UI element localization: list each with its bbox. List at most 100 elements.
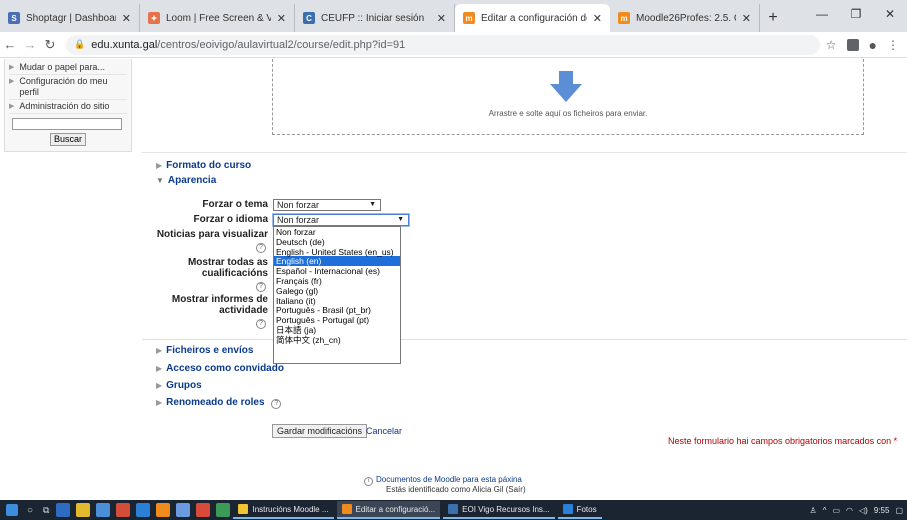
language-option[interactable]: Galego (gl): [274, 286, 400, 296]
taskbar-app-editar[interactable]: Editar a configuració...: [336, 501, 441, 519]
menu-icon[interactable]: ⋮: [887, 38, 899, 52]
taskbar-app-eoi-vigo[interactable]: EOI Vigo Recursos Ins...: [443, 501, 555, 519]
taskbar-app-instrucions[interactable]: Instrucións Moodle ...: [233, 501, 334, 519]
noticias-label: Noticias para visualizar: [156, 229, 268, 240]
close-tab-icon[interactable]: ✕: [277, 12, 286, 25]
section-acceso-convidado[interactable]: ▶ Acceso como convidado: [156, 363, 284, 374]
task-view-icon[interactable]: ⧉: [43, 505, 49, 516]
tema-select-value: Non forzar: [277, 200, 320, 210]
sidebar-block: ▶ Mudar o papel para... ▶ Configuración …: [4, 59, 132, 152]
window-controls: — ❐ ✕: [805, 0, 907, 28]
tab-title: Moodle26Profes: 2.5. Como cre: [636, 12, 736, 24]
new-tab-icon[interactable]: +: [760, 4, 786, 32]
section-label: Renomeado de roles: [166, 397, 265, 408]
idioma-dropdown-list[interactable]: Non forzar Deutsch (de) English - United…: [273, 226, 401, 364]
triangle-right-icon: ▶: [156, 161, 163, 170]
sidebar-item-label: Configuración do meu perfil: [19, 76, 108, 97]
language-option[interactable]: Non forzar: [274, 227, 400, 237]
required-fields-note: Neste formulario hai campos obrigatorios…: [668, 436, 898, 446]
pinned-app-icon[interactable]: [156, 503, 171, 517]
language-option[interactable]: 日本語 (ja): [274, 325, 400, 335]
section-label: Ficheiros e envíos: [166, 345, 254, 356]
idioma-select[interactable]: Non forzar ▼: [272, 213, 410, 227]
close-tab-icon[interactable]: ✕: [742, 12, 751, 25]
shoptagr-favicon-icon: S: [8, 12, 20, 24]
section-aparencia[interactable]: ▼ Aparencia: [156, 175, 216, 186]
language-option[interactable]: Deutsch (de): [274, 237, 400, 247]
close-tab-icon[interactable]: ✕: [122, 12, 131, 25]
maximize-icon[interactable]: ❐: [839, 0, 873, 28]
pinned-app-icon[interactable]: [76, 503, 91, 517]
section-renomeado-roles[interactable]: ▶ Renomeado de roles ?: [156, 397, 282, 409]
browser-tab-ceufp[interactable]: C CEUFP :: Iniciar sesión ✕: [295, 4, 455, 32]
help-icon[interactable]: ?: [256, 317, 266, 329]
close-tab-icon[interactable]: ✕: [437, 12, 446, 25]
taskbar-app-fotos[interactable]: Fotos: [557, 501, 602, 519]
save-button[interactable]: Gardar modificacións: [272, 424, 368, 438]
search-icon[interactable]: ○: [27, 505, 33, 516]
pinned-app-icon[interactable]: [136, 503, 151, 517]
dropdown-caret-icon: ▼: [397, 216, 404, 223]
chevron-up-icon[interactable]: ^: [823, 506, 827, 515]
tema-select[interactable]: Non forzar ▼: [273, 199, 381, 211]
windows-start-icon[interactable]: [6, 504, 18, 516]
section-grupos[interactable]: ▶ Grupos: [156, 380, 202, 391]
battery-icon[interactable]: ▭: [832, 506, 840, 515]
pinned-app-icon[interactable]: [56, 503, 71, 517]
profile-icon[interactable]: ●: [869, 37, 877, 53]
close-tab-icon[interactable]: ✕: [593, 12, 602, 25]
language-option[interactable]: Español - Internacional (es): [274, 266, 400, 276]
taskbar-app-label: Editar a configuració...: [355, 504, 436, 514]
sidebar-item-mudar-papel[interactable]: ▶ Mudar o papel para...: [9, 61, 127, 75]
sidebar-item-label: Mudar o papel para...: [19, 62, 105, 72]
browser-tab-moodle26[interactable]: m Moodle26Profes: 2.5. Como cre ✕: [610, 4, 760, 32]
tab-title: Loom | Free Screen & Video Re: [166, 12, 271, 24]
language-option[interactable]: Français (fr): [274, 276, 400, 286]
help-icon[interactable]: ?: [256, 241, 266, 253]
sidebar-item-administracion[interactable]: ▶ Administración do sitio: [9, 100, 127, 114]
idioma-select-value: Non forzar: [277, 215, 320, 225]
section-ficheiros[interactable]: ▶ Ficheiros e envíos: [156, 345, 253, 356]
minimize-icon[interactable]: —: [805, 0, 839, 28]
cancel-link[interactable]: Cancelar: [366, 426, 402, 436]
file-dropzone[interactable]: Arrastre e solte aquí os ficheiros para …: [272, 59, 864, 135]
download-arrow-icon: [550, 71, 582, 102]
language-option[interactable]: English - United States (en_us): [274, 247, 400, 257]
pinned-app-icon[interactable]: [116, 503, 131, 517]
forward-icon[interactable]: →: [20, 37, 40, 52]
browser-tab-editar[interactable]: m Editar a configuración do curso ✕: [455, 4, 610, 32]
dropzone-text: Arrastre e solte aquí os ficheiros para …: [488, 109, 648, 118]
back-icon[interactable]: ←: [0, 37, 20, 52]
pinned-app-icon[interactable]: [96, 503, 111, 517]
language-option[interactable]: Português - Portugal (pt): [274, 315, 400, 325]
idioma-label: Forzar o idioma: [193, 214, 268, 225]
wifi-icon[interactable]: ◠: [846, 506, 853, 515]
browser-tab-loom[interactable]: ✦ Loom | Free Screen & Video Re ✕: [140, 4, 295, 32]
language-option[interactable]: Italiano (it): [274, 296, 400, 306]
sidebar-search-button[interactable]: Buscar: [50, 133, 86, 146]
address-bar[interactable]: 🔒 edu.xunta.gal /centros/eoivigo/aulavir…: [66, 34, 820, 55]
pinned-app-icon[interactable]: [196, 503, 211, 517]
app-icon: [238, 504, 249, 514]
help-icon[interactable]: ?: [271, 399, 282, 409]
help-icon[interactable]: ?: [256, 280, 266, 292]
extension-icon[interactable]: [846, 38, 859, 51]
pinned-app-icon[interactable]: [176, 503, 191, 517]
clock[interactable]: 9:55: [874, 506, 890, 515]
pinned-app-icon[interactable]: [216, 503, 231, 517]
volume-icon[interactable]: ◁): [859, 506, 868, 515]
section-formato-curso[interactable]: ▶ Formato do curso: [156, 160, 251, 171]
bookmark-star-icon[interactable]: ☆: [826, 38, 837, 52]
language-option[interactable]: 简体中文 (zh_cn): [274, 335, 400, 345]
browser-tab-shoptagr[interactable]: S Shoptagr | Dashboard ✕: [0, 4, 140, 32]
sidebar-item-configuracion-perfil[interactable]: ▶ Configuración do meu perfil: [9, 75, 127, 100]
notifications-icon[interactable]: ▢: [895, 506, 903, 515]
sidebar-search-input[interactable]: [12, 118, 122, 130]
reload-icon[interactable]: ↻: [40, 37, 60, 53]
moodle-docs-text: Documentos de Moodle para esta páxina: [376, 475, 522, 484]
triangle-right-icon: ▶: [9, 64, 15, 71]
close-window-icon[interactable]: ✕: [873, 0, 907, 28]
language-option[interactable]: Português - Brasil (pt_br): [274, 305, 400, 315]
people-icon[interactable]: ♙: [810, 506, 817, 515]
language-option-highlighted[interactable]: English (en): [274, 256, 400, 266]
